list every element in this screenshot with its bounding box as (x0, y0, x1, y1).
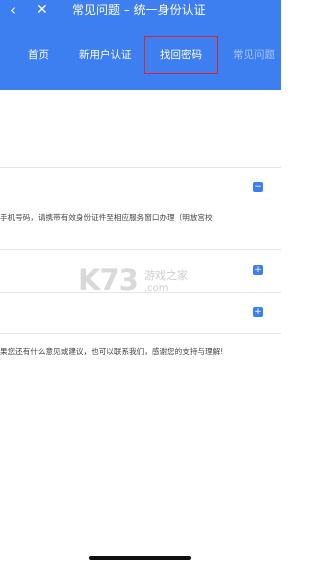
selected-nav-highlight (144, 36, 218, 74)
nav-item-home[interactable]: 首页 (28, 20, 49, 90)
divider (0, 167, 281, 168)
expand-icon[interactable]: + (253, 307, 263, 317)
watermark-cn: 游戏之家 (144, 269, 188, 282)
nav-item-new-user[interactable]: 新用户认证 (79, 20, 132, 90)
watermark-url: .com (144, 283, 169, 294)
page-title: 常见问题 – 统一身份认证 (72, 3, 206, 17)
divider (0, 249, 281, 250)
nav-item-faq[interactable]: 常见问题 (233, 20, 275, 90)
collapse-icon[interactable]: − (253, 182, 263, 192)
top-bar: ‹ ✕ 常见问题 – 统一身份认证 (0, 0, 281, 20)
back-icon[interactable]: ‹ (10, 0, 16, 20)
close-icon[interactable]: ✕ (36, 0, 48, 20)
watermark-logo: K73 游戏之家 .com (78, 263, 208, 299)
watermark-brand: K73 (78, 263, 139, 297)
faq-answer-text: 手机号码，请携带有效身份证件至相应服务窗口办理（明放宫校 (0, 213, 213, 222)
divider (0, 333, 281, 334)
home-indicator[interactable] (89, 556, 191, 560)
footer-message: 果您还有什么意见或建议，也可以联系我们，感谢您的支持与理解! (0, 347, 224, 356)
nav-bar: 首页 新用户认证 找回密码 常见问题 (0, 20, 281, 90)
expand-icon[interactable]: + (253, 265, 263, 275)
